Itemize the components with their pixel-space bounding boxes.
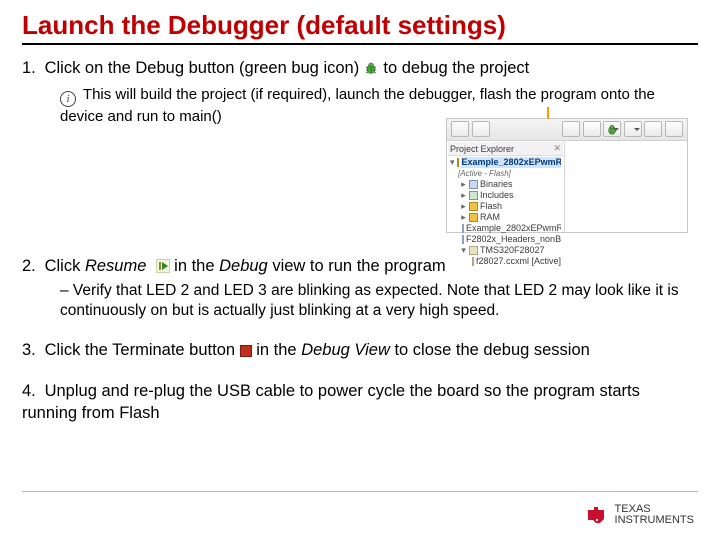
step-3-number: 3. xyxy=(22,339,40,361)
chevron-down-icon xyxy=(613,128,619,131)
bug-icon xyxy=(364,59,379,81)
step-1-number: 1. xyxy=(22,57,40,79)
tree-cmd[interactable]: F2802x_Headers_nonBIOS.cmd xyxy=(450,234,561,245)
debug-button[interactable] xyxy=(603,121,621,137)
step-2-resume: Resume xyxy=(85,257,146,275)
project-label: Example_2802xEPwmRealTimeInt xyxy=(461,157,561,168)
toolbar-button[interactable] xyxy=(644,121,662,137)
step-1-post: to debug the project xyxy=(383,59,529,77)
config-icon xyxy=(469,246,478,255)
title-rule xyxy=(22,43,698,45)
file-icon xyxy=(462,235,464,244)
tab-label: Project Explorer xyxy=(450,144,514,154)
tree-src[interactable]: Example_2802xEPwmRealTimeInt.c xyxy=(450,223,561,234)
binaries-icon xyxy=(469,180,478,189)
ide-toolbar xyxy=(447,119,687,141)
toolbar-button[interactable] xyxy=(665,121,683,137)
step-3-mid: in the xyxy=(256,341,301,359)
footer-rule xyxy=(22,491,698,492)
includes-icon xyxy=(469,191,478,200)
active-config: [Active - Flash] xyxy=(458,168,511,179)
step-2-number: 2. xyxy=(22,255,40,277)
chevron-down-icon xyxy=(634,128,640,131)
step-2-pre: Click xyxy=(45,257,85,275)
project-explorer: Project Explorer ✕ ▾ Example_2802xEPwmRe… xyxy=(447,141,565,232)
tree-flash[interactable]: ▸Flash xyxy=(450,201,561,212)
tree-ccxml[interactable]: f28027.ccxml [Active] xyxy=(450,256,561,267)
step-4-number: 4. xyxy=(22,380,40,402)
step-3-pre: Click the Terminate button xyxy=(45,341,240,359)
info-icon: i xyxy=(60,91,76,107)
tree-targetcfg[interactable]: ▾TMS320F28027 xyxy=(450,245,561,256)
tree-project[interactable]: ▾ Example_2802xEPwmRealTimeInt xyxy=(450,157,561,168)
step-1-pre: Click on the Debug button (green bug ico… xyxy=(45,59,360,77)
file-icon xyxy=(462,224,464,233)
toolbar-button[interactable] xyxy=(472,121,490,137)
step-1: 1. Click on the Debug button (green bug … xyxy=(22,57,698,127)
step-3: 3. Click the Terminate button in the Deb… xyxy=(22,339,698,361)
config-icon xyxy=(472,257,474,266)
folder-icon xyxy=(469,213,478,222)
tree-includes[interactable]: ▸Includes xyxy=(450,190,561,201)
project-explorer-tab[interactable]: Project Explorer ✕ xyxy=(448,142,563,156)
toolbar-button[interactable] xyxy=(562,121,580,137)
step-3-debugview: Debug View xyxy=(301,341,390,359)
ide-screenshot: Project Explorer ✕ ▾ Example_2802xEPwmRe… xyxy=(446,118,688,233)
step-2: 2. Click Resume in the Debug view to run… xyxy=(22,255,698,322)
step-3-post: to close the debug session xyxy=(390,341,590,359)
editor-area xyxy=(565,141,687,232)
page-title: Launch the Debugger (default settings) xyxy=(22,10,698,41)
logo-line2: INSTRUMENTS xyxy=(615,515,694,526)
terminate-icon xyxy=(240,345,252,357)
resume-icon xyxy=(156,259,170,273)
folder-icon xyxy=(457,158,459,167)
step-2-debug: Debug xyxy=(219,257,268,275)
toolbar-button[interactable] xyxy=(451,121,469,137)
tree-ram[interactable]: ▸RAM xyxy=(450,212,561,223)
toolbar-button[interactable] xyxy=(624,121,642,137)
toolbar-button[interactable] xyxy=(583,121,601,137)
ti-chip-icon xyxy=(585,504,607,526)
step-2-post: view to run the program xyxy=(268,257,446,275)
step-2-mid: in the xyxy=(174,257,219,275)
step-2-sub: – Verify that LED 2 and LED 3 are blinki… xyxy=(60,281,698,321)
step-4-text: Unplug and re-plug the USB cable to powe… xyxy=(22,382,640,422)
tree-binaries[interactable]: ▸Binaries xyxy=(450,179,561,190)
step-4: 4. Unplug and re-plug the USB cable to p… xyxy=(22,380,698,425)
ti-logo: TEXAS INSTRUMENTS xyxy=(585,504,694,526)
folder-icon xyxy=(469,202,478,211)
